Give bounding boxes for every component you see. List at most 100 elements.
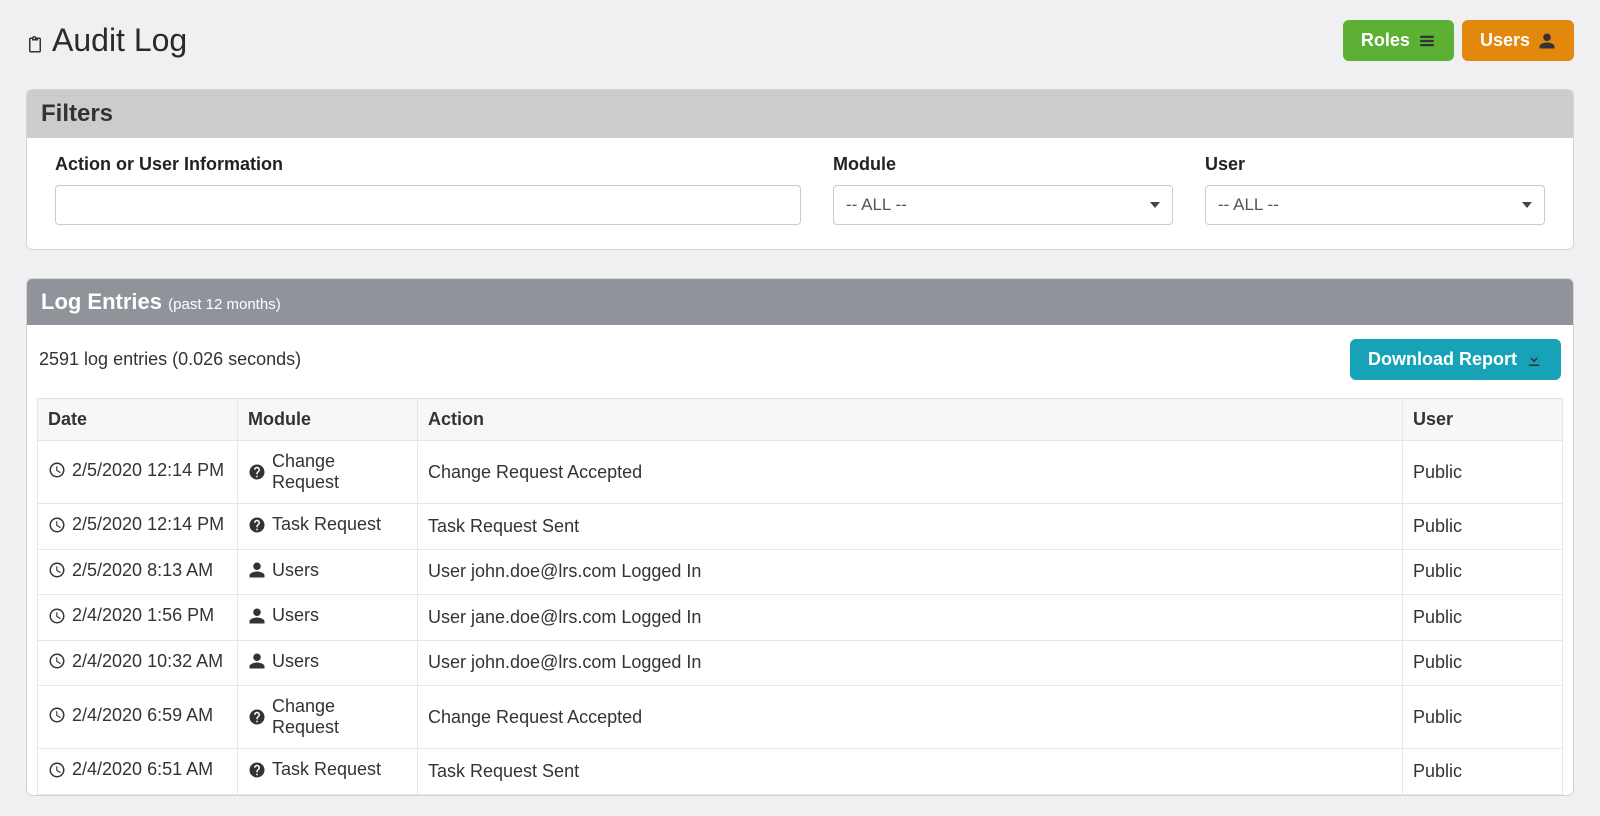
- table-row: 2/4/2020 6:51 AM Task Request Task Request…: [38, 749, 1563, 795]
- cell-action: User jane.doe@lrs.com Logged In: [418, 595, 1403, 641]
- filter-search-field: Action or User Information: [55, 154, 801, 225]
- cell-date-text: 2/5/2020 8:13 AM: [72, 560, 213, 581]
- page-title-text: Audit Log: [52, 22, 187, 59]
- table-row: 2/5/2020 8:13 AM Users User john.doe@lrs.c…: [38, 549, 1563, 595]
- table-row: 2/4/2020 1:56 PM Users User jane.doe@lrs.c…: [38, 595, 1563, 641]
- cell-date: 2/5/2020 12:14 PM: [38, 504, 238, 550]
- clock-icon: [48, 706, 66, 724]
- cell-module-text: Change Request: [272, 451, 407, 493]
- cell-date-text: 2/5/2020 12:14 PM: [72, 460, 224, 481]
- cell-module-text: Task Request: [272, 514, 381, 535]
- filter-user-label: User: [1205, 154, 1545, 175]
- roles-button[interactable]: Roles: [1343, 20, 1454, 61]
- filter-module-field: Module -- ALL --: [833, 154, 1173, 225]
- cell-user: Public: [1403, 640, 1563, 686]
- clock-icon: [48, 652, 66, 670]
- cell-date: 2/4/2020 1:56 PM: [38, 595, 238, 641]
- search-input[interactable]: [55, 185, 801, 225]
- module-select-value: -- ALL --: [846, 195, 907, 215]
- question-icon: [248, 516, 266, 534]
- cell-date: 2/4/2020 6:51 AM: [38, 749, 238, 795]
- question-icon: [248, 463, 266, 481]
- cell-date-text: 2/4/2020 6:51 AM: [72, 759, 213, 780]
- table-row: 2/5/2020 12:14 PM Change Request Change Re…: [38, 441, 1563, 504]
- module-select[interactable]: -- ALL --: [833, 185, 1173, 225]
- download-report-button[interactable]: Download Report: [1350, 339, 1561, 380]
- log-table: Date Module Action User 2/5/2020 12:14 P…: [37, 398, 1563, 795]
- chevron-down-icon: [1522, 202, 1532, 208]
- cell-module-text: Users: [272, 560, 319, 581]
- cell-module-text: Task Request: [272, 759, 381, 780]
- cell-module: Change Request: [238, 686, 418, 749]
- cell-module: Users: [238, 595, 418, 641]
- clock-icon: [48, 561, 66, 579]
- cell-module: Change Request: [238, 441, 418, 504]
- cell-user: Public: [1403, 441, 1563, 504]
- cell-module-text: Users: [272, 605, 319, 626]
- cell-module-text: Change Request: [272, 696, 407, 738]
- cell-user: Public: [1403, 504, 1563, 550]
- clock-icon: [48, 761, 66, 779]
- question-icon: [248, 761, 266, 779]
- col-module: Module: [238, 399, 418, 441]
- cell-module: Task Request: [238, 749, 418, 795]
- cell-user: Public: [1403, 595, 1563, 641]
- cell-user: Public: [1403, 549, 1563, 595]
- clock-icon: [48, 607, 66, 625]
- user-icon: [248, 607, 266, 625]
- cell-date: 2/5/2020 12:14 PM: [38, 441, 238, 504]
- users-button[interactable]: Users: [1462, 20, 1574, 61]
- table-row: 2/5/2020 12:14 PM Task Request Task Reques…: [38, 504, 1563, 550]
- filter-user-field: User -- ALL --: [1205, 154, 1545, 225]
- cell-module: Task Request: [238, 504, 418, 550]
- results-summary: 2591 log entries (0.026 seconds): [39, 349, 301, 370]
- download-icon: [1525, 351, 1543, 369]
- table-row: 2/4/2020 6:59 AM Change Request Change Req…: [38, 686, 1563, 749]
- clipboard-icon: [26, 32, 44, 50]
- cell-action: Task Request Sent: [418, 504, 1403, 550]
- filters-panel: Filters Action or User Information Modul…: [26, 89, 1574, 250]
- user-select-value: -- ALL --: [1218, 195, 1279, 215]
- cell-action: Change Request Accepted: [418, 441, 1403, 504]
- users-button-label: Users: [1480, 30, 1530, 51]
- header-actions: Roles Users: [1343, 20, 1574, 61]
- cell-action: Change Request Accepted: [418, 686, 1403, 749]
- log-entries-panel: Log Entries (past 12 months) 2591 log en…: [26, 278, 1574, 796]
- filters-panel-header: Filters: [27, 90, 1573, 138]
- cell-module-text: Users: [272, 651, 319, 672]
- col-action: Action: [418, 399, 1403, 441]
- cell-date-text: 2/4/2020 1:56 PM: [72, 605, 214, 626]
- cell-date: 2/4/2020 10:32 AM: [38, 640, 238, 686]
- clock-icon: [48, 461, 66, 479]
- cell-action: Task Request Sent: [418, 749, 1403, 795]
- cell-module: Users: [238, 549, 418, 595]
- cell-date-text: 2/5/2020 12:14 PM: [72, 514, 224, 535]
- user-icon: [1538, 32, 1556, 50]
- log-panel-title: Log Entries: [41, 289, 162, 314]
- cell-action: User john.doe@lrs.com Logged In: [418, 640, 1403, 686]
- user-select[interactable]: -- ALL --: [1205, 185, 1545, 225]
- log-entries-panel-header: Log Entries (past 12 months): [27, 279, 1573, 325]
- cell-action: User john.doe@lrs.com Logged In: [418, 549, 1403, 595]
- cell-module: Users: [238, 640, 418, 686]
- user-icon: [248, 561, 266, 579]
- cell-date: 2/4/2020 6:59 AM: [38, 686, 238, 749]
- cell-date-text: 2/4/2020 6:59 AM: [72, 705, 213, 726]
- page-header: Audit Log Roles Users: [26, 20, 1574, 61]
- cell-user: Public: [1403, 749, 1563, 795]
- table-row: 2/4/2020 10:32 AM Users User john.doe@lrs.…: [38, 640, 1563, 686]
- cell-date: 2/5/2020 8:13 AM: [38, 549, 238, 595]
- cell-user: Public: [1403, 686, 1563, 749]
- filter-module-label: Module: [833, 154, 1173, 175]
- roles-button-label: Roles: [1361, 30, 1410, 51]
- col-date: Date: [38, 399, 238, 441]
- download-report-label: Download Report: [1368, 349, 1517, 370]
- user-icon: [248, 652, 266, 670]
- cell-date-text: 2/4/2020 10:32 AM: [72, 651, 223, 672]
- log-panel-sub: (past 12 months): [168, 296, 281, 313]
- filter-search-label: Action or User Information: [55, 154, 801, 175]
- chevron-down-icon: [1150, 202, 1160, 208]
- question-icon: [248, 708, 266, 726]
- list-icon: [1418, 32, 1436, 50]
- table-header-row: Date Module Action User: [38, 399, 1563, 441]
